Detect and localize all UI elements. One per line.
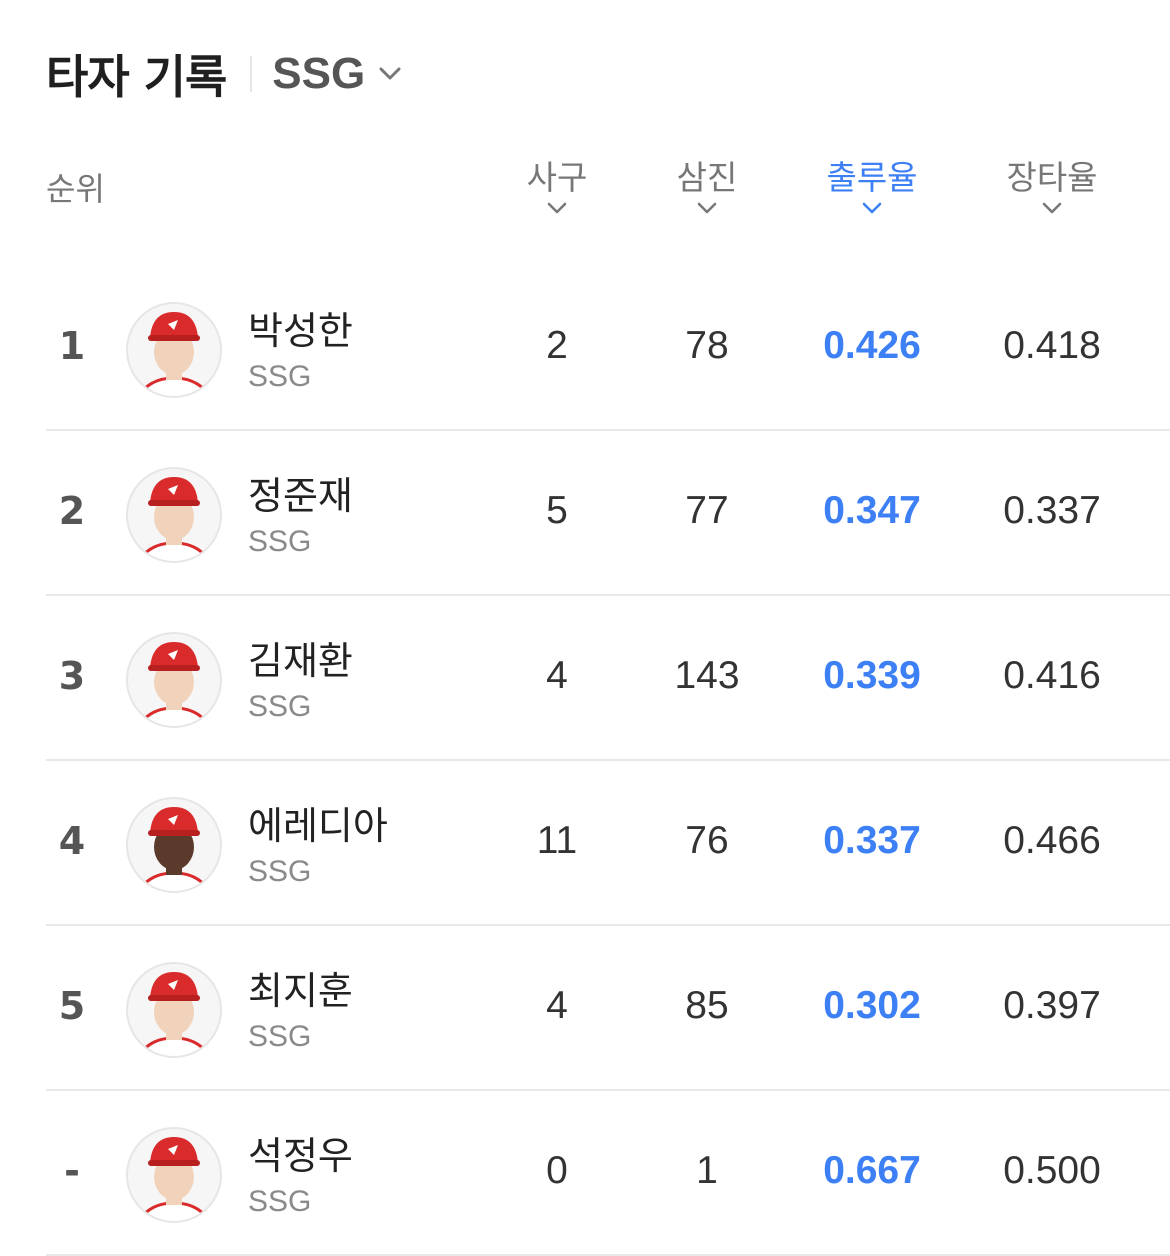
walks-value: 5 bbox=[546, 489, 568, 532]
player-name: 김재환 bbox=[248, 639, 353, 683]
player-avatar bbox=[126, 1127, 222, 1223]
header-divider bbox=[250, 56, 253, 92]
slg-value: 0.466 bbox=[1003, 819, 1101, 862]
strikeouts-column-header[interactable]: 삼진 bbox=[647, 158, 767, 214]
slg-column-header[interactable]: 장타율 bbox=[972, 158, 1132, 214]
chevron-down-icon bbox=[862, 202, 882, 214]
slg-value: 0.416 bbox=[1003, 654, 1101, 697]
rank-value: 3 bbox=[58, 654, 86, 698]
player-avatar bbox=[126, 302, 222, 398]
rank-value: 5 bbox=[58, 984, 86, 1028]
table-row[interactable]: 1 박성한 SSG 2 78 0.426 0.418 bbox=[0, 266, 1170, 431]
player-avatar bbox=[126, 797, 222, 893]
page-header: 타자 기록 SSG bbox=[46, 44, 401, 104]
slg-value: 0.500 bbox=[1003, 1149, 1101, 1192]
player-name: 에레디아 bbox=[248, 804, 388, 848]
strikeouts-value: 85 bbox=[685, 984, 729, 1027]
player-team: SSG bbox=[248, 855, 312, 888]
rank-value: 2 bbox=[58, 489, 86, 533]
page-title: 타자 기록 bbox=[46, 50, 227, 104]
table-row[interactable]: 4 에레디아 SSG 11 76 0.337 0.466 bbox=[0, 761, 1170, 926]
player-team: SSG bbox=[248, 360, 312, 393]
player-avatar bbox=[126, 467, 222, 563]
walks-value: 2 bbox=[546, 324, 568, 367]
player-team: SSG bbox=[248, 1185, 312, 1218]
table-row[interactable]: 2 정준재 SSG 5 77 0.347 0.337 bbox=[0, 431, 1170, 596]
slg-value: 0.337 bbox=[1003, 489, 1101, 532]
obp-value: 0.667 bbox=[823, 1149, 921, 1192]
strikeouts-value: 1 bbox=[696, 1149, 718, 1192]
strikeouts-value: 76 bbox=[685, 819, 729, 862]
walks-value: 4 bbox=[546, 654, 568, 697]
chevron-down-icon bbox=[1042, 202, 1062, 214]
chevron-down-icon bbox=[697, 202, 717, 214]
strikeouts-column-label: 삼진 bbox=[676, 158, 738, 197]
obp-value: 0.337 bbox=[823, 819, 921, 862]
player-avatar bbox=[126, 632, 222, 728]
rank-column-header: 순위 bbox=[46, 170, 105, 208]
slg-value: 0.418 bbox=[1003, 324, 1101, 367]
walks-value: 0 bbox=[546, 1149, 568, 1192]
walks-value: 11 bbox=[536, 819, 578, 862]
table-row[interactable]: - 석정우 SSG 0 1 0.667 0.500 bbox=[0, 1091, 1170, 1256]
slg-column-label: 장타율 bbox=[1006, 158, 1098, 197]
player-team: SSG bbox=[248, 1020, 312, 1053]
chevron-down-icon bbox=[547, 202, 567, 214]
player-name: 박성한 bbox=[248, 309, 353, 353]
obp-value: 0.347 bbox=[823, 489, 921, 532]
team-select-value: SSG bbox=[272, 49, 366, 98]
walks-value: 4 bbox=[546, 984, 568, 1027]
player-name: 최지훈 bbox=[248, 969, 353, 1013]
obp-column-label: 출루율 bbox=[826, 158, 918, 197]
chevron-down-icon bbox=[379, 67, 401, 80]
player-avatar bbox=[126, 962, 222, 1058]
obp-column-header[interactable]: 출루율 bbox=[792, 158, 952, 214]
obp-value: 0.339 bbox=[823, 654, 921, 697]
strikeouts-value: 77 bbox=[685, 489, 729, 532]
rank-value: 1 bbox=[58, 324, 86, 368]
obp-value: 0.302 bbox=[823, 984, 921, 1027]
rank-value: - bbox=[64, 1149, 80, 1193]
obp-value: 0.426 bbox=[823, 324, 921, 367]
table-row[interactable]: 5 최지훈 SSG 4 85 0.302 0.397 bbox=[0, 926, 1170, 1091]
player-name: 석정우 bbox=[248, 1134, 353, 1178]
player-name: 정준재 bbox=[248, 474, 353, 518]
walks-column-label: 사구 bbox=[526, 158, 588, 197]
player-team: SSG bbox=[248, 525, 312, 558]
rank-value: 4 bbox=[58, 819, 86, 863]
walks-column-header[interactable]: 사구 bbox=[497, 158, 617, 214]
player-team: SSG bbox=[248, 690, 312, 723]
table-row[interactable]: 3 김재환 SSG 4 143 0.339 0.416 bbox=[0, 596, 1170, 761]
team-select-dropdown[interactable]: SSG bbox=[272, 49, 401, 99]
strikeouts-value: 143 bbox=[674, 654, 740, 697]
slg-value: 0.397 bbox=[1003, 984, 1101, 1027]
strikeouts-value: 78 bbox=[685, 324, 729, 367]
